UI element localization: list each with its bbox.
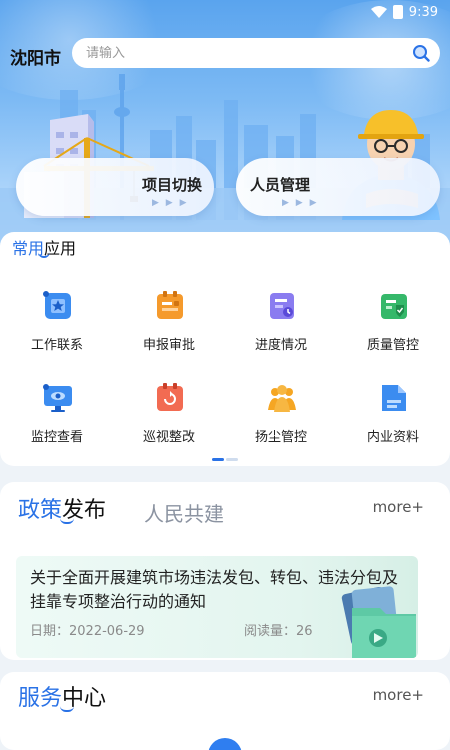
app-quality[interactable]: 质量管控 (348, 290, 438, 370)
arrows-decoration: ▶ ▶ ▶ (152, 198, 189, 208)
dust-control-icon (268, 385, 296, 412)
city-selector[interactable]: 沈阳市 (10, 44, 61, 69)
tab-people-co-build[interactable]: 人民共建 (144, 498, 224, 527)
news-date: 日期：2022-06-29 (30, 624, 145, 639)
search-icon[interactable] (412, 44, 430, 62)
app-documents[interactable]: 内业资料 (348, 382, 438, 462)
search-bar[interactable] (72, 38, 440, 68)
service-more-link[interactable]: more+ (373, 686, 424, 704)
app-label: 质量管控 (366, 338, 419, 353)
app-label: 进度情况 (254, 338, 307, 353)
app-label: 扬尘管控 (254, 430, 307, 445)
app-label: 监控查看 (30, 430, 83, 445)
staff-manage-button[interactable]: 人员管理 ▶ ▶ ▶ (236, 158, 440, 216)
status-time: 9:39 (408, 4, 438, 20)
folder-illustration (341, 586, 416, 658)
app-inspection[interactable]: 巡视整改 (124, 382, 214, 462)
project-switch-button[interactable]: 项目切换 ▶ ▶ ▶ (16, 158, 214, 216)
work-contact-icon (43, 291, 71, 319)
staff-manage-label: 人员管理 (250, 176, 311, 194)
quality-icon (381, 294, 407, 319)
service-center-card: 服务中心 more+ (0, 672, 450, 750)
common-apps-card: 常用应用 工作联系 申报审批 进度情况 质量管控 监控查看 巡视整改 扬尘管控 … (0, 232, 450, 466)
app-approval[interactable]: 申报审批 (124, 290, 214, 370)
policy-more-link[interactable]: more+ (373, 498, 424, 516)
app-work-contact[interactable]: 工作联系 (12, 290, 102, 370)
tab-title-highlight: 政策 (18, 498, 63, 523)
page-dot (226, 458, 238, 461)
policy-card: 政策发布 人民共建 more+ 关于全面开展建筑市场违法发包、转包、违法分包及挂… (0, 482, 450, 660)
progress-icon (270, 293, 294, 319)
project-switch-label: 项目切换 (142, 176, 203, 194)
search-input[interactable] (86, 45, 386, 61)
monitor-icon (43, 384, 72, 412)
page-dot-active (212, 458, 224, 461)
app-label: 巡视整改 (142, 430, 195, 445)
documents-icon (382, 385, 406, 411)
arrows-decoration: ▶ ▶ ▶ (282, 198, 319, 208)
approval-icon (157, 291, 183, 319)
status-bar: 9:39 (370, 0, 450, 24)
tab-title-highlight: 服务 (18, 686, 63, 711)
news-read-count: 阅读量：26 (244, 624, 313, 639)
inspection-icon (157, 383, 183, 411)
service-item-icon[interactable] (208, 738, 242, 750)
app-dust-control[interactable]: 扬尘管控 (236, 382, 326, 462)
wifi-icon (370, 6, 387, 18)
news-item[interactable]: 关于全面开展建筑市场违法发包、转包、违法分包及挂靠专项整治行动的通知 日期：20… (16, 556, 418, 658)
app-label: 申报审批 (142, 338, 195, 353)
app-label: 内业资料 (366, 430, 419, 445)
page-indicator (212, 458, 238, 461)
app-monitor[interactable]: 监控查看 (12, 382, 102, 462)
battery-icon (392, 5, 403, 19)
app-label: 工作联系 (30, 338, 83, 353)
app-progress[interactable]: 进度情况 (236, 290, 326, 370)
